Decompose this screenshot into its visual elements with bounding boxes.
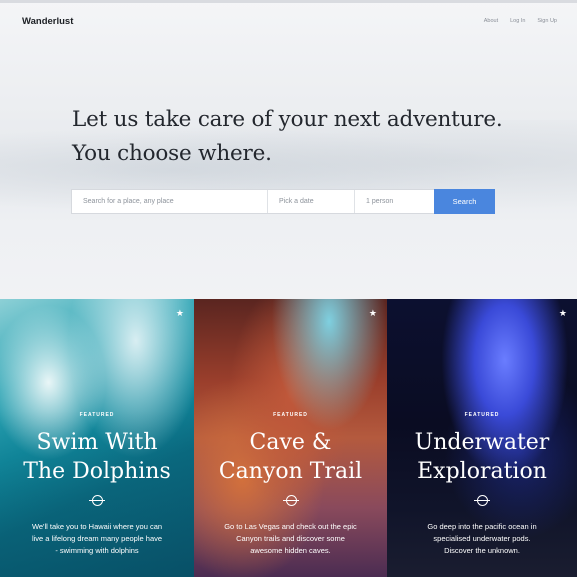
card-title-line-1: Swim With [36,430,158,455]
card-desc-line-2: specialised underwater pods. [433,534,531,543]
guests-select[interactable]: 1 person [355,190,435,213]
card-description: Go to Las Vegas and check out the epic C… [212,521,369,557]
card-title: Swim With The Dolphins [0,428,194,486]
card-title-line-1: Cave & [249,430,332,455]
top-nav: About Log In Sign Up [484,18,557,24]
card-title-line-2: The Dolphins [23,459,171,484]
place-search-input[interactable]: Search for a place, any place [72,190,268,213]
card-title: Cave & Canyon Trail [194,428,387,486]
headline-line-2: You choose where. [72,141,272,166]
card-desc-line-2: Canyon trails and discover some [236,534,345,543]
card-desc-line-3: awesome hidden caves. [250,546,331,555]
star-icon[interactable]: ★ [176,308,184,319]
card-cave-canyon-trail[interactable]: ★ FEATURED Cave & Canyon Trail Go to Las… [194,299,387,577]
card-swim-with-dolphins[interactable]: ★ FEATURED Swim With The Dolphins We'll … [0,299,194,577]
card-description: Go deep into the pacific ocean in specia… [405,521,559,557]
circle-line-divider-icon [89,494,105,506]
card-desc-line-3: Discover the unknown. [444,546,520,555]
circle-line-divider-icon [282,494,299,506]
card-title: Underwater Exploration [387,428,577,486]
headline-line-1: Let us take care of your next adventure. [72,107,503,132]
card-description: We'll take you to Hawaii where you can l… [18,521,176,557]
featured-label: FEATURED [79,412,115,418]
card-desc-line-1: Go deep into the pacific ocean in [427,522,537,531]
card-title-line-1: Underwater [414,430,550,455]
card-desc-line-3: - swimming with dolphins [55,546,139,555]
star-icon[interactable]: ★ [559,308,567,319]
nav-signup-link[interactable]: Sign Up [537,18,557,24]
card-title-line-2: Canyon Trail [218,459,363,484]
search-button[interactable]: Search [434,189,495,214]
card-title-line-2: Exploration [417,459,547,484]
brand-logo[interactable]: Wanderlust [22,16,73,27]
nav-login-link[interactable]: Log In [510,18,525,24]
card-desc-line-1: Go to Las Vegas and check out the epic [224,522,357,531]
featured-label: FEATURED [464,412,500,418]
circle-line-divider-icon [474,494,490,506]
star-icon[interactable]: ★ [369,308,377,319]
card-desc-line-1: We'll take you to Hawaii where you can [31,522,163,531]
nav-about-link[interactable]: About [484,18,498,24]
featured-label: FEATURED [273,412,308,418]
card-underwater-exploration[interactable]: ★ FEATURED Underwater Exploration Go dee… [387,299,577,577]
hero-headline: Let us take care of your next adventure.… [72,103,503,171]
card-desc-line-2: live a lifelong dream many people have [31,534,163,543]
date-picker-input[interactable]: Pick a date [268,190,355,213]
search-bar: Search for a place, any place Pick a dat… [71,189,495,214]
